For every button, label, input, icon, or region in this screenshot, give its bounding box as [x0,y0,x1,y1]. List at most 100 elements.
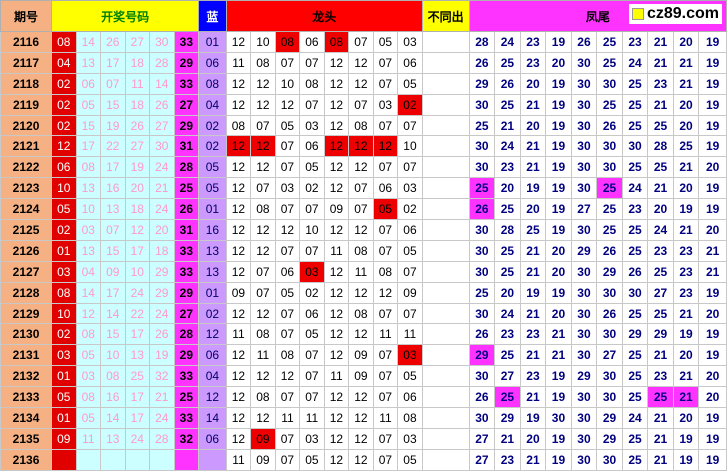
dragon-head-cell: 12 [225,427,252,450]
phoenix-tail-cell: 19 [519,281,547,304]
dragon-head-cell: 12 [250,302,276,325]
draw-number-cell: 29 [149,260,175,283]
draw-number-cell: 10 [75,198,102,221]
draw-number-cell: 29 [149,281,175,304]
blue-ball-cell: 06 [198,344,227,367]
phoenix-tail-cell: 24 [621,407,649,429]
draw-number-cell: 03 [75,365,102,388]
phoenix-tail-cell: 25 [468,114,496,137]
phoenix-tail-cell: 21 [698,239,727,262]
dragon-head-cell: 05 [299,323,325,346]
not-same-cell [421,260,470,283]
phoenix-tail-cell: 19 [545,31,572,53]
phoenix-tail-cell: 25 [647,386,674,409]
dragon-head-cell: 07 [372,302,399,325]
dragon-head-cell: 05 [299,156,325,179]
header-dragon-head: 龙头 [225,0,423,32]
phoenix-tail-cell: 30 [570,135,598,158]
draw-number-cell: 26 [124,114,151,137]
red-ball-cell: 06 [51,156,77,179]
phoenix-tail-cell: 30 [570,156,598,179]
phoenix-tail-cell: 25 [621,72,649,95]
not-same-cell [421,177,470,200]
phoenix-tail-cell: 28 [647,135,674,158]
phoenix-tail-cell: 19 [698,177,727,200]
logo-text: cz89.com [646,5,719,22]
phoenix-tail-cell: 21 [647,177,674,200]
draw-number-cell: 30 [149,135,175,158]
phoenix-tail-cell: 19 [672,198,700,221]
phoenix-tail-cell: 21 [698,260,727,283]
draw-number-cell: 17 [124,323,151,346]
phoenix-tail-cell: 24 [494,31,521,53]
phoenix-tail-cell: 20 [672,407,700,429]
draw-number-cell: 24 [149,302,175,325]
table-row: 2122 06 08 17 19 24 28 05 12 12 07 05 12 12 07 07 30 23 21… [0,156,727,179]
dragon-head-cell: 03 [299,427,325,450]
dragon-head-cell: 12 [372,281,399,304]
phoenix-tail-cell: 21 [519,239,547,262]
sum-cell: 31 [173,219,200,241]
not-same-cell [421,448,470,471]
table-row: 2133 05 08 16 17 21 25 12 12 08 07 07 12 12 07 06 26 25 21… [0,386,727,409]
phoenix-tail-cell: 30 [570,302,598,325]
red-ball-cell: 12 [51,135,77,158]
red-ball-cell: 02 [51,93,77,116]
phoenix-tail-cell: 21 [519,344,547,367]
dragon-head-cell: 12 [225,260,252,283]
sum-cell: 33 [173,239,200,262]
logo-square-icon [631,7,644,20]
draw-number-cell: 24 [149,407,175,429]
dragon-head-cell: 12 [225,72,252,95]
dragon-head-cell: 11 [348,260,374,283]
blue-ball-cell: 02 [198,135,227,158]
phoenix-tail-cell: 27 [596,344,623,367]
draw-number-cell: 08 [100,365,126,388]
phoenix-tail-cell: 25 [596,219,623,241]
draw-number-cell: 24 [149,198,175,221]
draw-number-cell: 22 [100,135,126,158]
dragon-head-cell: 07 [372,219,399,241]
phoenix-tail-cell: 21 [647,51,674,74]
sum-cell: 33 [173,72,200,95]
sum-cell: 29 [173,344,200,367]
site-logo[interactable]: cz89.com [628,4,722,24]
dragon-head-cell: 12 [225,31,252,53]
sum-cell: 28 [173,156,200,179]
phoenix-tail-cell: 25 [621,93,649,116]
phoenix-tail-cell: 30 [468,302,496,325]
dragon-head-cell: 08 [250,323,276,346]
dragon-head-cell: 12 [225,407,252,429]
phoenix-tail-cell: 25 [519,219,547,241]
phoenix-tail-cell: 29 [596,260,623,283]
phoenix-tail-cell: 21 [672,51,700,74]
phoenix-tail-cell: 25 [621,156,649,179]
dragon-head-cell: 12 [323,323,350,346]
phoenix-tail-cell: 30 [596,156,623,179]
phoenix-tail-cell: 25 [647,156,674,179]
draw-number-cell: 18 [124,198,151,221]
draw-number-cell: 21 [149,386,175,409]
phoenix-tail-cell: 30 [570,177,598,200]
phoenix-tail-cell: 20 [519,427,547,450]
dragon-head-cell: 11 [372,323,399,346]
dragon-head-cell: 12 [348,156,374,179]
phoenix-tail-cell: 25 [494,93,521,116]
red-ball-cell: 02 [51,114,77,137]
phoenix-tail-cell: 25 [596,93,623,116]
phoenix-tail-cell: 21 [672,156,700,179]
sum-cell: 25 [173,386,200,409]
red-ball-cell: 01 [51,239,77,262]
phoenix-tail-cell: 20 [698,156,727,179]
dragon-head-cell: 07 [274,51,301,74]
draw-number-cell: 24 [124,427,151,450]
phoenix-tail-cell: 30 [468,365,496,388]
phoenix-tail-cell: 21 [494,114,521,137]
phoenix-tail-cell: 30 [468,239,496,262]
draw-number-cell: 18 [149,239,175,262]
dragon-head-cell: 12 [323,177,350,200]
phoenix-tail-cell: 21 [647,31,674,53]
draw-number-cell: 13 [100,427,126,450]
period-cell: 2117 [0,51,53,74]
draw-number-cell: 11 [124,72,151,95]
